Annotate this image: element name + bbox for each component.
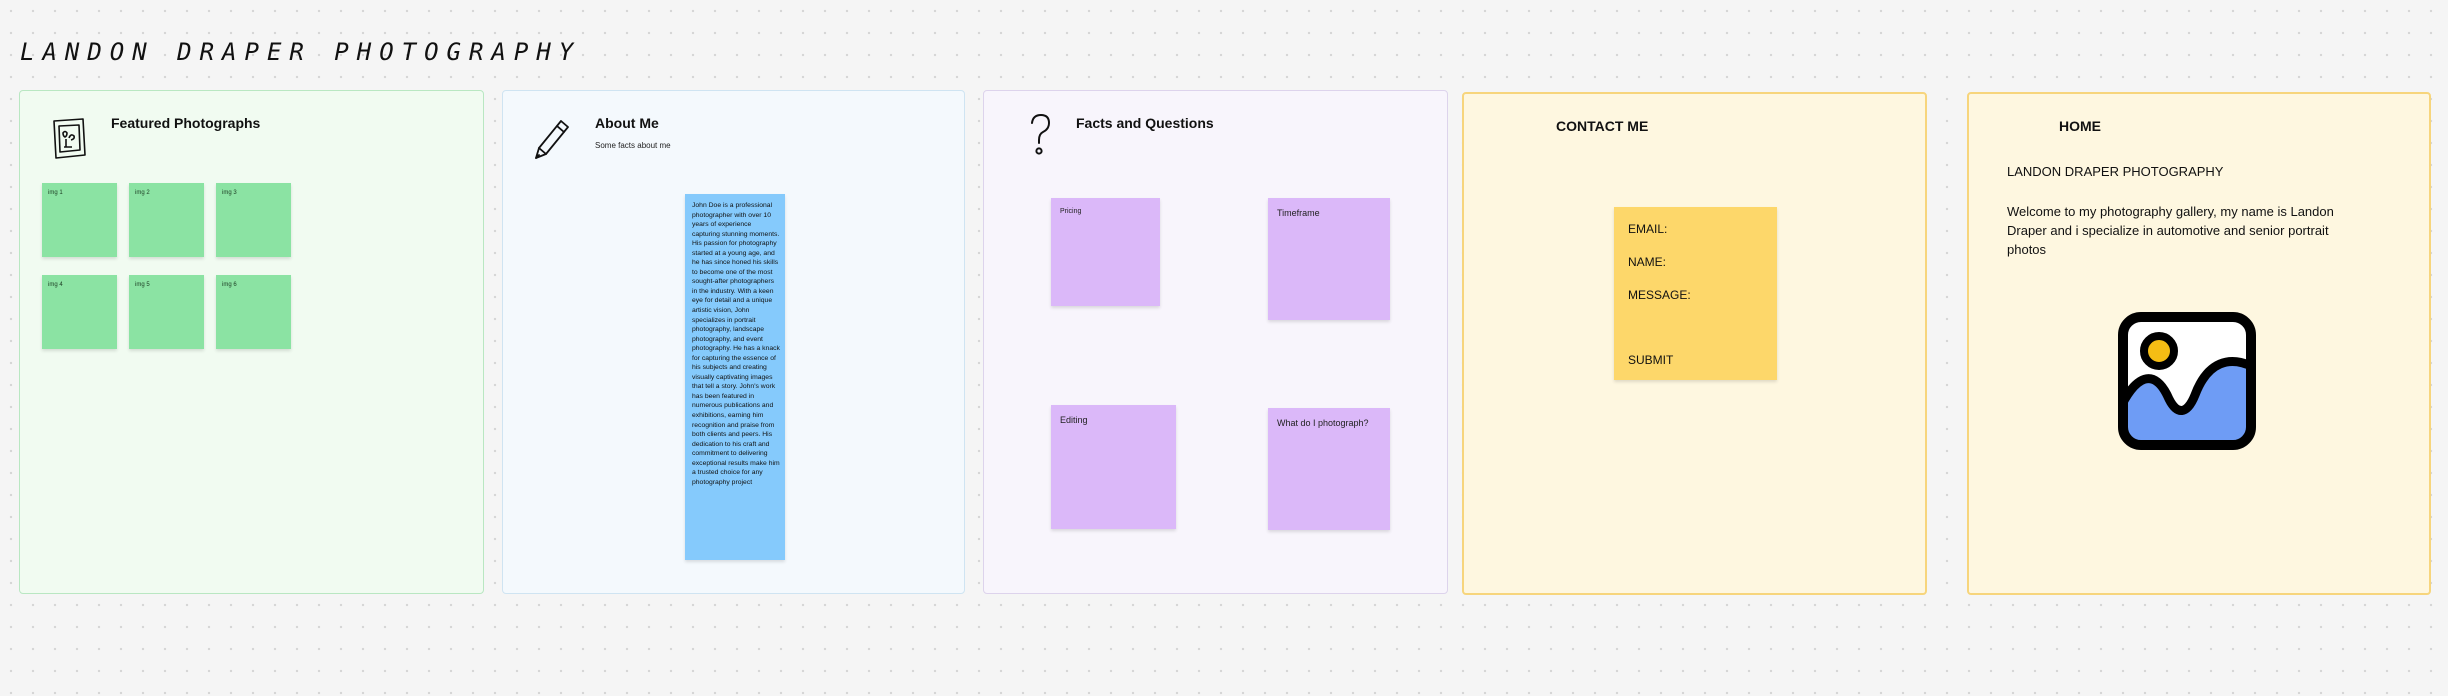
home-title: HOME	[2059, 118, 2101, 134]
email-field-label[interactable]: EMAIL:	[1628, 222, 1667, 236]
home-section[interactable]: HOME LANDON DRAPER PHOTOGRAPHY Welcome t…	[1967, 92, 2431, 595]
image-placeholder-6[interactable]: img 6	[216, 275, 291, 349]
image-placeholder-3[interactable]: img 3	[216, 183, 291, 257]
what-do-i-photograph-note[interactable]: What do I photograph?	[1268, 408, 1390, 530]
editing-note[interactable]: Editing	[1051, 405, 1176, 529]
contact-form-note[interactable]: EMAIL: NAME: MESSAGE: SUBMIT	[1614, 207, 1777, 380]
image-placeholder-4[interactable]: img 4	[42, 275, 117, 349]
image-placeholder-2[interactable]: img 2	[129, 183, 204, 257]
timeframe-note[interactable]: Timeframe	[1268, 198, 1390, 320]
image-placeholder-1[interactable]: img 1	[42, 183, 117, 257]
contact-me-section[interactable]: CONTACT ME EMAIL: NAME: MESSAGE: SUBMIT	[1462, 92, 1927, 595]
featured-photographs-section[interactable]: Featured Photographs img 1 img 2 img 3 i…	[19, 90, 484, 594]
facts-and-questions-section[interactable]: Facts and Questions Pricing Timeframe Ed…	[983, 90, 1448, 594]
image-icon	[2118, 312, 2256, 450]
contact-title: CONTACT ME	[1556, 118, 1649, 134]
home-heading: LANDON DRAPER PHOTOGRAPHY	[2007, 164, 2224, 179]
about-title: About Me	[595, 115, 659, 131]
facts-title: Facts and Questions	[1076, 115, 1214, 131]
bio-text: John Doe is a professional photographer …	[692, 202, 780, 486]
question-mark-icon	[1031, 113, 1051, 155]
featured-title: Featured Photographs	[111, 115, 261, 131]
pencil-icon	[535, 120, 569, 159]
name-field-label[interactable]: NAME:	[1628, 255, 1666, 269]
about-me-section[interactable]: About Me Some facts about me John Doe is…	[502, 90, 965, 594]
framed-picture-icon	[53, 118, 86, 159]
image-placeholder-5[interactable]: img 5	[129, 275, 204, 349]
welcome-text: Welcome to my photography gallery, my na…	[2007, 204, 2334, 257]
message-field-label[interactable]: MESSAGE:	[1628, 288, 1691, 302]
board-title: LANDON DRAPER PHOTOGRAPHY	[20, 38, 582, 66]
bio-sticky-note[interactable]: John Doe is a professional photographer …	[685, 194, 785, 560]
about-subtitle: Some facts about me	[595, 141, 671, 150]
pricing-note[interactable]: Pricing	[1051, 198, 1160, 306]
submit-button[interactable]: SUBMIT	[1628, 353, 1673, 367]
